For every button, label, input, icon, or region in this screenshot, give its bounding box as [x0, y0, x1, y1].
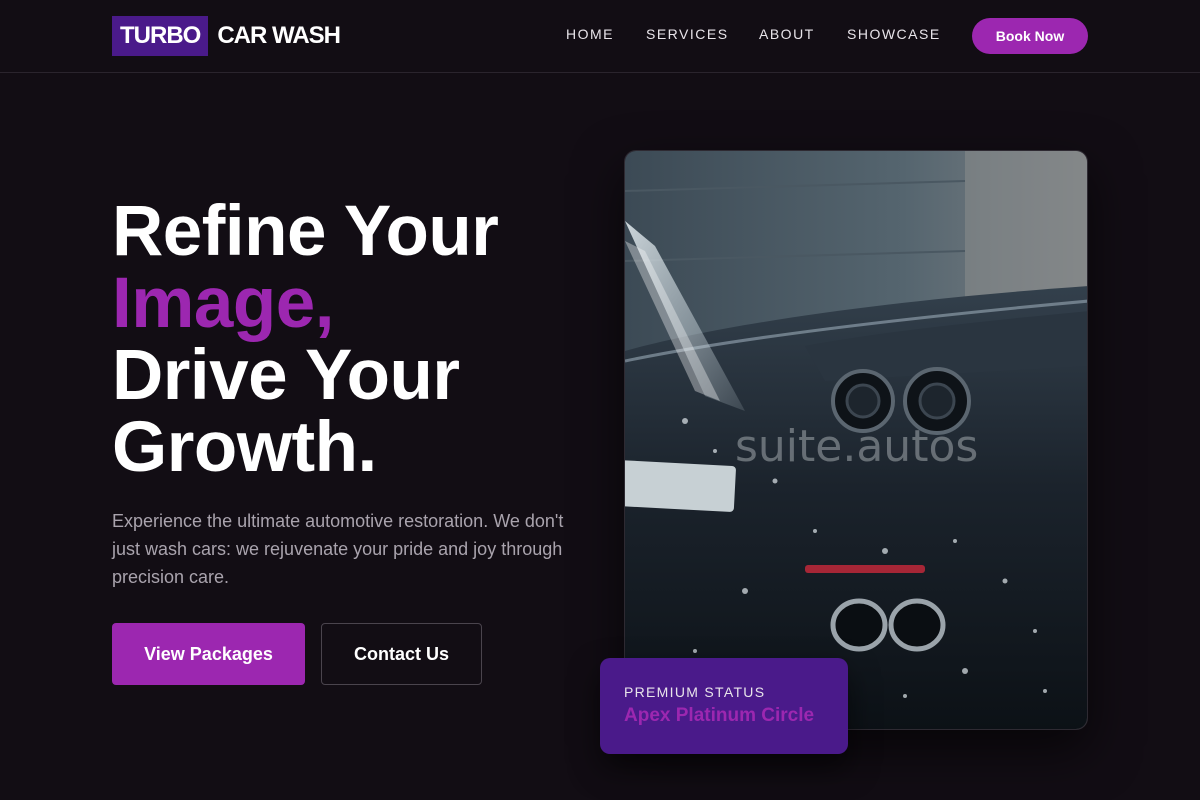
headline-line-3: Drive Your [112, 336, 460, 415]
nav-showcase[interactable]: SHOWCASE [847, 26, 941, 42]
nav-services[interactable]: SERVICES [646, 26, 729, 42]
headline-line-1: Refine Your [112, 192, 499, 271]
premium-status-badge: PREMIUM STATUS Apex Platinum Circle [600, 658, 848, 754]
view-packages-button[interactable]: View Packages [112, 623, 305, 685]
badge-value: Apex Platinum Circle [624, 705, 815, 726]
badge-label: PREMIUM STATUS [624, 684, 766, 700]
logo-text: CAR WASH [217, 22, 341, 49]
contact-us-button[interactable]: Contact Us [321, 623, 482, 685]
nav-home[interactable]: HOME [566, 26, 614, 42]
book-now-button[interactable]: Book Now [972, 18, 1088, 54]
headline-line-4: Growth. [112, 408, 377, 487]
hero-headline: Refine Your Image, Drive Your Growth. [112, 196, 592, 484]
hero-car-image: suite.autos [624, 150, 1088, 730]
hero-description: Experience the ultimate automotive resto… [112, 511, 564, 587]
logo-box: TURBO [112, 16, 209, 56]
logo[interactable]: TURBO CAR WASH [112, 16, 341, 56]
site-header: TURBO CAR WASH HOME SERVICES ABOUT SHOWC… [0, 0, 1200, 73]
headline-accent: Image, [112, 264, 334, 343]
image-watermark: suite.autos [735, 421, 979, 472]
nav-about[interactable]: ABOUT [759, 26, 815, 42]
